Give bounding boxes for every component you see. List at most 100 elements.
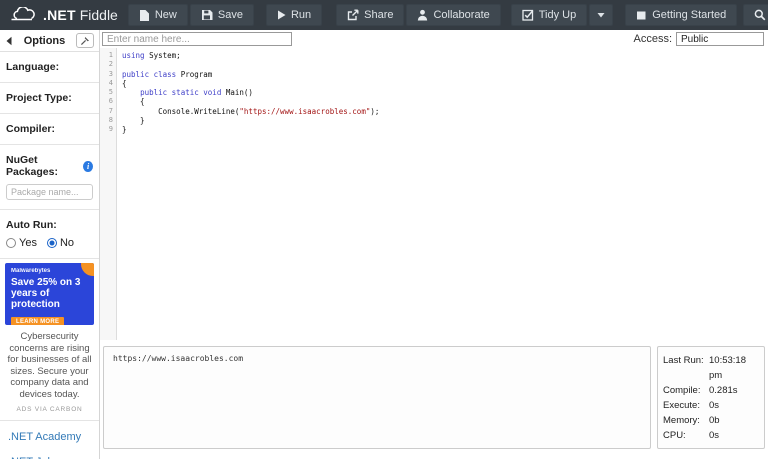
code-text: { bbox=[122, 97, 145, 106]
ad-attribution[interactable]: ADS VIA CARBON bbox=[5, 402, 94, 420]
search-button[interactable] bbox=[743, 4, 768, 26]
tidy-up-dropdown-button[interactable] bbox=[589, 4, 613, 26]
cloud-logo-icon bbox=[10, 7, 38, 23]
compiler-label: Compiler: bbox=[6, 123, 55, 135]
stat-label: CPU: bbox=[663, 428, 709, 443]
output-console[interactable]: https://www.isaacrobles.com bbox=[103, 346, 651, 449]
line-number: 7 bbox=[100, 107, 113, 116]
stat-label: Memory: bbox=[663, 413, 709, 428]
sidebar-link[interactable]: .NET Academy bbox=[8, 431, 91, 443]
autorun-radio-yes[interactable]: Yes bbox=[6, 237, 37, 249]
save-button-label: Save bbox=[218, 9, 243, 21]
new-button[interactable]: New bbox=[128, 4, 188, 26]
code-line[interactable]: using System; bbox=[122, 51, 766, 60]
line-number: 9 bbox=[100, 125, 113, 134]
getting-started-group: Getting Started bbox=[625, 4, 737, 26]
code-keyword: public bbox=[122, 70, 149, 79]
run-button-label: Run bbox=[291, 9, 311, 21]
code-line[interactable]: public static void Main() bbox=[122, 88, 766, 97]
compiler-section[interactable]: Compiler: bbox=[0, 114, 99, 145]
access-control: Access: bbox=[633, 32, 764, 46]
editor-gutter: 123456789 bbox=[100, 48, 117, 340]
code-text: Program bbox=[176, 70, 212, 79]
code-text: } bbox=[122, 116, 145, 125]
code-line[interactable]: } bbox=[122, 116, 766, 125]
autorun-section: Auto Run: YesNo bbox=[0, 210, 99, 259]
share-icon bbox=[347, 9, 359, 21]
code-text: Main() bbox=[221, 88, 253, 97]
stat-row: Memory:0b bbox=[663, 413, 759, 428]
code-text: Console.WriteLine( bbox=[122, 107, 239, 116]
radio-icon[interactable] bbox=[6, 238, 16, 248]
access-label: Access: bbox=[633, 33, 672, 45]
stat-row: CPU:0s bbox=[663, 428, 759, 443]
nuget-section: NuGet Packages: i bbox=[0, 145, 99, 210]
code-keyword: static bbox=[172, 88, 199, 97]
autorun-radio-no[interactable]: No bbox=[47, 237, 74, 249]
ad-section: Malwarebytes Save 25% on 3 years of prot… bbox=[0, 259, 99, 421]
stat-label: Execute: bbox=[663, 398, 709, 413]
tidy-up-button-label: Tidy Up bbox=[539, 9, 577, 21]
code-text: ); bbox=[370, 107, 379, 116]
code-line[interactable]: } bbox=[122, 125, 766, 134]
language-label: Language: bbox=[6, 61, 59, 73]
access-input[interactable] bbox=[676, 32, 764, 46]
project-type-section[interactable]: Project Type: bbox=[0, 83, 99, 114]
code-line[interactable]: Console.WriteLine("https://www.isaacrobl… bbox=[122, 107, 766, 116]
line-number: 2 bbox=[100, 60, 113, 69]
sidebar-title: Options bbox=[13, 35, 76, 47]
radio-icon[interactable] bbox=[47, 238, 57, 248]
getting-started-button[interactable]: Getting Started bbox=[625, 4, 737, 26]
line-number: 1 bbox=[100, 51, 113, 60]
share-button-group: Share Collaborate bbox=[336, 4, 501, 26]
brand-logo[interactable]: .NET Fiddle bbox=[10, 7, 118, 23]
ad-banner[interactable]: Malwarebytes Save 25% on 3 years of prot… bbox=[5, 263, 94, 325]
code-keyword: void bbox=[203, 88, 221, 97]
sidebar-header: Options bbox=[0, 30, 99, 52]
run-button[interactable]: Run bbox=[266, 4, 322, 26]
search-icon bbox=[754, 9, 766, 21]
package-name-input[interactable] bbox=[6, 184, 93, 200]
check-square-icon bbox=[522, 9, 534, 21]
main-area: Access: 123456789 using System; public c… bbox=[100, 30, 768, 459]
line-number: 3 bbox=[100, 70, 113, 79]
new-button-label: New bbox=[155, 9, 177, 21]
code-text: System; bbox=[145, 51, 181, 60]
caret-down-icon bbox=[597, 12, 605, 18]
code-line[interactable]: { bbox=[122, 97, 766, 106]
language-section[interactable]: Language: bbox=[0, 52, 99, 83]
line-number: 6 bbox=[100, 97, 113, 106]
code-lines[interactable]: using System; public class Program{ publ… bbox=[117, 48, 766, 340]
chevron-left-icon[interactable] bbox=[5, 36, 13, 46]
info-icon[interactable]: i bbox=[83, 161, 93, 172]
code-keyword: public bbox=[140, 88, 167, 97]
square-icon bbox=[636, 10, 647, 21]
code-text: { bbox=[122, 79, 127, 88]
code-line[interactable] bbox=[122, 60, 766, 69]
code-keyword: class bbox=[154, 70, 177, 79]
stat-value: 0b bbox=[709, 413, 720, 428]
code-line[interactable]: public class Program bbox=[122, 70, 766, 79]
code-editor[interactable]: 123456789 using System; public class Pro… bbox=[100, 48, 766, 340]
stat-label: Last Run: bbox=[663, 353, 709, 383]
code-keyword: using bbox=[122, 51, 145, 60]
dotnet-fiddle-app: .NET Fiddle New Save Run bbox=[0, 0, 768, 459]
nuget-label: NuGet Packages: bbox=[6, 154, 83, 178]
ad-cta-button[interactable]: LEARN MORE bbox=[11, 317, 64, 325]
fiddle-name-input[interactable] bbox=[102, 32, 292, 46]
code-string: "https://www.isaacrobles.com" bbox=[239, 107, 370, 116]
ad-caption[interactable]: Cybersecurity concerns are rising for bu… bbox=[5, 325, 94, 402]
brand-fiddle: Fiddle bbox=[80, 7, 118, 23]
options-sidebar: Options Language: Project Type: Compiler… bbox=[0, 30, 100, 459]
save-button[interactable]: Save bbox=[190, 4, 254, 26]
tidy-up-button[interactable]: Tidy Up bbox=[511, 4, 588, 26]
tidy-button-group: Tidy Up bbox=[511, 4, 614, 26]
file-icon bbox=[139, 9, 150, 22]
line-number: 4 bbox=[100, 79, 113, 88]
play-icon bbox=[277, 10, 286, 20]
share-button[interactable]: Share bbox=[336, 4, 404, 26]
pin-button[interactable] bbox=[76, 33, 94, 48]
search-group bbox=[743, 4, 768, 26]
code-line[interactable]: { bbox=[122, 79, 766, 88]
collaborate-button[interactable]: Collaborate bbox=[406, 4, 500, 26]
